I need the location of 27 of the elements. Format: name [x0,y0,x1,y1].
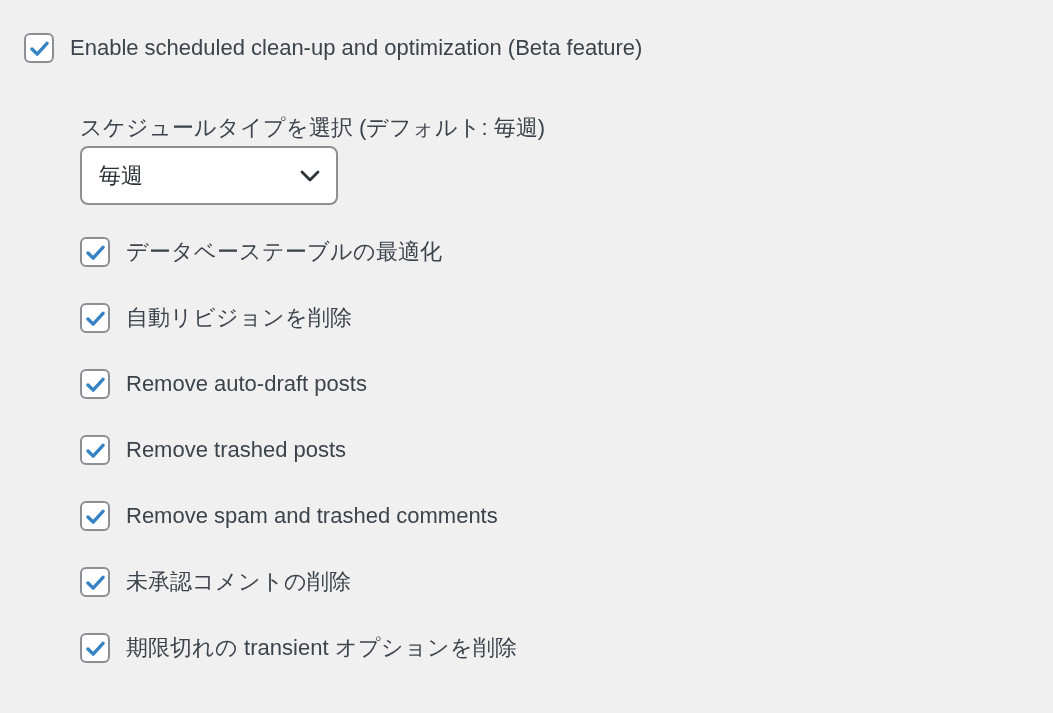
checkbox-label: 未承認コメントの削除 [126,568,351,596]
check-icon [85,574,105,590]
checkbox[interactable] [80,567,110,597]
checkbox-label: 自動リビジョンを削除 [126,304,352,332]
check-icon [85,640,105,656]
check-icon [85,442,105,458]
checkbox[interactable] [80,435,110,465]
checkbox[interactable] [24,33,54,63]
check-icon [85,508,105,524]
check-icon [85,244,105,260]
checkbox-label: Enable scheduled clean-up and optimization (Beta feature) [70,34,643,62]
schedule-select[interactable]: 毎週 [80,146,338,205]
checkbox-label: Remove spam and trashed comments [126,502,498,530]
checkbox[interactable] [80,369,110,399]
checkbox-label: Remove trashed posts [126,436,347,464]
checkbox-label: Remove auto-draft posts [126,370,367,398]
check-icon [29,40,49,56]
checkbox[interactable] [80,501,110,531]
chevron-down-icon [300,169,320,182]
checkbox[interactable] [80,633,110,663]
checkbox-label: 期限切れの transient オプションを削除 [126,634,517,662]
checkbox[interactable] [80,303,110,333]
check-icon [85,310,105,326]
check-icon [85,376,105,392]
checkbox-label: データベーステーブルの最適化 [126,238,442,266]
checkbox[interactable] [80,237,110,267]
field-label: スケジュールタイプを選択 (デフォルト: 毎週) [80,114,545,142]
